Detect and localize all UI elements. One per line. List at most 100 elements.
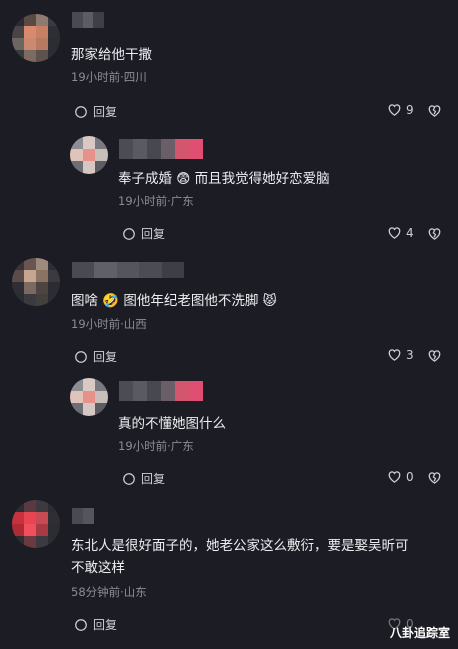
avatar-pixel <box>82 390 96 404</box>
dislike-button[interactable] <box>427 348 442 367</box>
comment-meta: 19小时前·广东 <box>118 194 194 208</box>
avatar-pixel <box>70 403 83 416</box>
avatar-pixel <box>12 512 24 524</box>
avatar-pixel <box>36 536 48 548</box>
username-pixel <box>147 139 161 159</box>
username-pixel <box>175 139 189 159</box>
username-blurred[interactable] <box>72 508 94 524</box>
reply-button[interactable]: 回复 <box>122 470 165 487</box>
username-pixel <box>72 262 95 278</box>
avatar-pixel <box>24 282 36 294</box>
comment-bubble-icon <box>123 227 135 240</box>
avatar-pixel <box>95 161 108 174</box>
reply-label: 回复 <box>141 227 166 241</box>
username-pixel <box>133 381 147 401</box>
reply-label: 回复 <box>93 350 118 364</box>
heart-icon <box>388 227 401 239</box>
username-pixel <box>116 262 140 278</box>
avatar-pixel <box>24 50 36 62</box>
reply-button[interactable]: 回复 <box>74 103 117 120</box>
like-count: 3 <box>406 347 414 362</box>
like-button[interactable]: 0 <box>387 469 414 484</box>
avatar-pixel <box>36 282 48 294</box>
avatar-pixel <box>12 14 24 26</box>
avatar-pixel <box>70 161 83 174</box>
dislike-button[interactable] <box>427 103 442 122</box>
avatar-pixel <box>36 258 48 270</box>
avatar[interactable] <box>12 14 60 62</box>
avatar-pixel <box>82 161 96 174</box>
username-pixel <box>147 381 161 401</box>
comment-bubble-icon <box>75 350 87 363</box>
username-pixel <box>161 139 175 159</box>
avatar-pixel <box>12 258 24 270</box>
avatar-pixel <box>95 390 108 404</box>
like-count: 9 <box>406 102 414 117</box>
avatar-pixel <box>48 38 60 50</box>
like-count: 4 <box>406 225 414 240</box>
dislike-button[interactable] <box>427 470 442 489</box>
avatar-pixel <box>82 403 96 416</box>
heart-icon <box>388 349 401 361</box>
avatar-pixel <box>24 26 36 38</box>
dislike-button[interactable] <box>427 226 442 245</box>
avatar-pixel <box>48 512 60 524</box>
avatar-pixel <box>24 38 36 50</box>
comment-meta: 19小时前·广东 <box>118 439 194 453</box>
like-count: 0 <box>406 469 414 484</box>
username-pixel <box>82 12 94 28</box>
avatar-pixel <box>24 258 36 270</box>
avatar-pixel <box>12 500 24 512</box>
avatar-pixel <box>48 50 60 62</box>
avatar-pixel <box>48 26 60 38</box>
avatar-pixel <box>12 536 24 548</box>
avatar-pixel <box>36 294 48 306</box>
like-button[interactable]: 3 <box>387 347 414 362</box>
avatar-pixel <box>12 282 24 294</box>
comment-thread: 那家给他干撒 19小时前·四川 回复 9 奉子成婚 😨 而且我觉得她好恋爱脑 1… <box>0 0 458 649</box>
reply-button[interactable]: 回复 <box>74 348 117 365</box>
username-blurred[interactable] <box>72 12 105 28</box>
avatar[interactable] <box>12 258 60 306</box>
avatar-pixel <box>12 50 24 62</box>
comment-meta: 19小时前·山西 <box>71 317 147 331</box>
broken-heart-icon <box>428 228 441 240</box>
avatar-pixel <box>24 270 36 282</box>
avatar-pixel <box>12 26 24 38</box>
avatar-pixel <box>95 403 108 416</box>
avatar-pixel <box>48 524 60 536</box>
username-pixel <box>139 262 162 278</box>
avatar-pixel <box>70 136 83 149</box>
avatar-pixel <box>48 500 60 512</box>
avatar-pixel <box>24 14 36 26</box>
avatar-pixel <box>24 524 36 536</box>
avatar-pixel <box>70 390 83 404</box>
username-pixel <box>72 508 83 524</box>
avatar-pixel <box>36 270 48 282</box>
username-blurred[interactable] <box>119 381 203 401</box>
avatar[interactable] <box>70 136 108 174</box>
avatar-pixel <box>24 536 36 548</box>
reply-button[interactable]: 回复 <box>74 616 117 633</box>
comment-bubble-icon <box>123 472 135 485</box>
comment-bubble-icon <box>75 618 87 631</box>
avatar-pixel <box>36 50 48 62</box>
avatar-pixel <box>24 512 36 524</box>
username-pixel <box>83 508 94 524</box>
avatar-pixel <box>12 524 24 536</box>
avatar-pixel <box>48 294 60 306</box>
reply-button[interactable]: 回复 <box>122 225 165 242</box>
avatar-pixel <box>48 14 60 26</box>
comment-text: 那家给他干撒 <box>71 47 152 63</box>
avatar[interactable] <box>12 500 60 548</box>
avatar-pixel <box>12 38 24 50</box>
like-button[interactable]: 9 <box>387 102 414 117</box>
username-pixel <box>93 12 105 28</box>
username-pixel <box>119 139 133 159</box>
avatar[interactable] <box>70 378 108 416</box>
username-blurred[interactable] <box>72 262 185 278</box>
reply-label: 回复 <box>93 618 118 632</box>
like-button[interactable]: 4 <box>387 225 414 240</box>
username-blurred[interactable] <box>119 139 203 159</box>
avatar-pixel <box>70 148 83 162</box>
